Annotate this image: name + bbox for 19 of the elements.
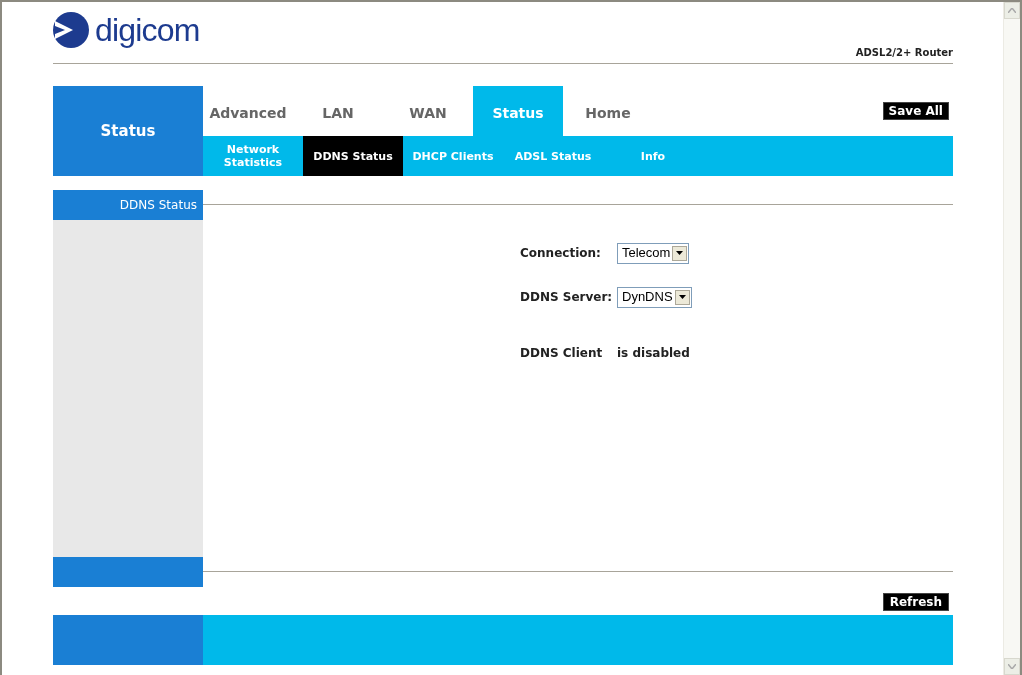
save-all-button[interactable]: Save All — [882, 102, 949, 120]
sidebar-item[interactable]: DDNS Status — [53, 190, 203, 220]
dropdown[interactable]: DynDNS — [617, 286, 692, 308]
sub-tab[interactable]: DDNS Status — [303, 136, 403, 176]
logo-icon — [53, 12, 89, 48]
field-label: DDNS Server: — [520, 289, 614, 306]
scroll-down-icon[interactable] — [1004, 658, 1020, 675]
caret-icon — [674, 289, 690, 305]
status-label: DDNS Client — [520, 345, 604, 362]
refresh-button[interactable]: Refresh — [882, 593, 949, 611]
product-name: ADSL2/2+ Router — [855, 46, 953, 60]
scroll-up-icon[interactable] — [1004, 2, 1020, 19]
logo: digicom — [53, 12, 200, 48]
status-value: is disabled — [617, 345, 690, 362]
scrollbar[interactable] — [1003, 2, 1020, 675]
section-title: Status — [53, 86, 203, 176]
caret-icon — [672, 245, 688, 261]
dropdown[interactable]: Telecom — [617, 242, 690, 264]
field-label: Connection: — [520, 245, 602, 262]
